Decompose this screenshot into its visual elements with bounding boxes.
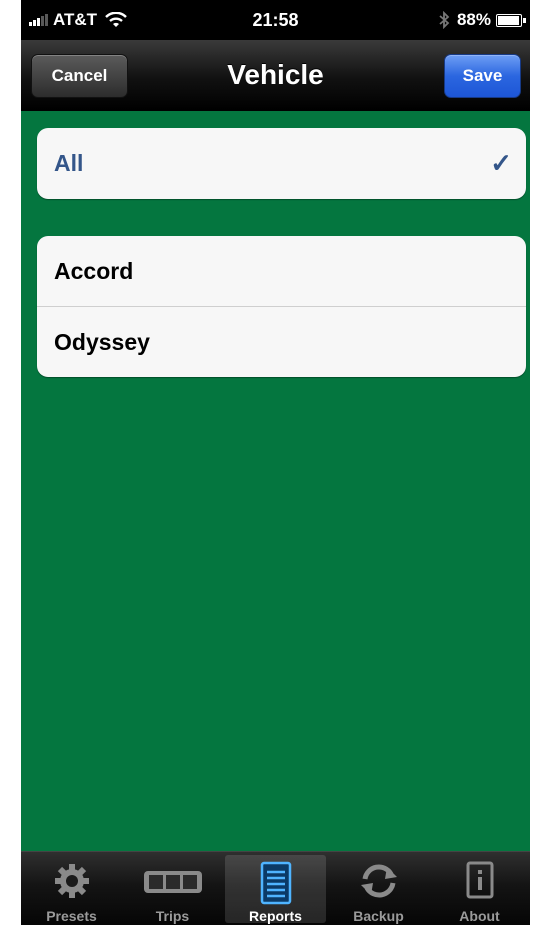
- tab-label: Reports: [249, 908, 302, 924]
- tab-about[interactable]: About: [429, 852, 530, 925]
- battery-percent: 88%: [456, 10, 491, 29]
- bluetooth-icon: [439, 11, 450, 29]
- all-vehicles-group: All ✓: [37, 128, 526, 199]
- vehicle-list: Accord Odyssey: [37, 236, 526, 377]
- list-item-label: All: [54, 150, 84, 176]
- reports-icon: [260, 861, 291, 905]
- list-item-odyssey[interactable]: Odyssey: [37, 306, 526, 377]
- tab-label: About: [459, 908, 500, 924]
- list-item-all[interactable]: All ✓: [37, 128, 526, 198]
- gear-icon: [54, 864, 89, 898]
- list-item-label: Accord: [54, 258, 134, 284]
- tab-label: Presets: [46, 908, 97, 924]
- tab-presets[interactable]: Presets: [21, 852, 122, 925]
- list-item-label: Odyssey: [54, 329, 150, 355]
- tab-bar: Presets Trips Reports Backup About: [21, 851, 530, 925]
- navigation-bar: Cancel Vehicle Save: [21, 40, 530, 111]
- checkmark-icon: ✓: [490, 148, 512, 178]
- app-screen: AT&T 21:58 88% Cancel Vehicle Save All ✓: [21, 0, 530, 925]
- battery-icon: [496, 13, 526, 27]
- tab-label: Backup: [353, 908, 404, 924]
- tab-label: Trips: [155, 908, 190, 924]
- tab-backup[interactable]: Backup: [328, 852, 429, 925]
- trips-icon: [143, 871, 202, 893]
- info-icon: [466, 861, 493, 899]
- status-bar: AT&T 21:58 88%: [21, 0, 530, 40]
- tab-trips[interactable]: Trips: [122, 852, 223, 925]
- status-right: 88%: [438, 10, 526, 30]
- list-item-accord[interactable]: Accord: [37, 236, 526, 306]
- save-button[interactable]: Save: [444, 54, 521, 98]
- sync-icon: [360, 864, 397, 898]
- tab-reports[interactable]: Reports: [225, 855, 326, 924]
